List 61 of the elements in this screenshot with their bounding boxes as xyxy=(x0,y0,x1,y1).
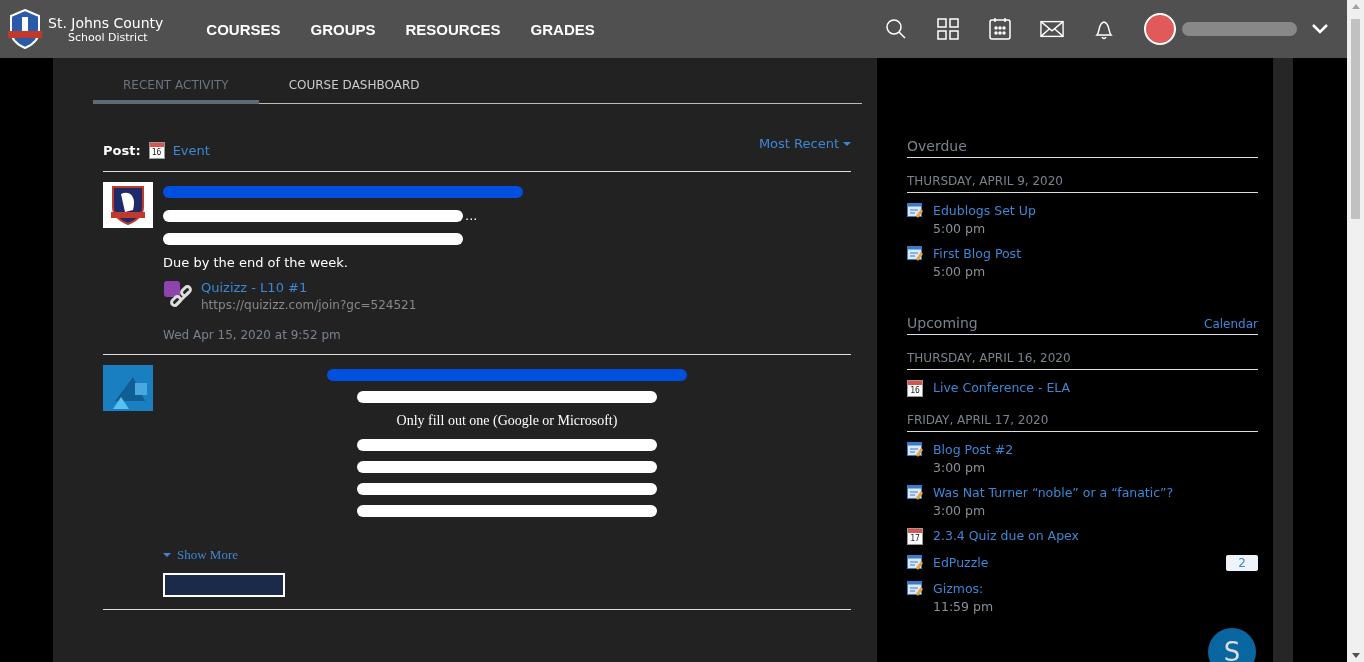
due-time: 11:59 pm xyxy=(933,599,995,614)
assignment-icon xyxy=(907,485,923,501)
assignment-link[interactable]: First Blog Post xyxy=(933,246,1258,261)
help-button[interactable]: S xyxy=(1208,628,1256,662)
date-heading: THURSDAY, APRIL 16, 2020 xyxy=(907,335,1258,370)
caret-icon xyxy=(843,141,851,146)
assignment-link[interactable]: 2.3.4 Quiz due on Apex xyxy=(933,528,1258,543)
assignment-icon xyxy=(907,246,923,262)
date-heading: THURSDAY, APRIL 9, 2020 xyxy=(907,158,1258,193)
assignment-icon xyxy=(907,203,923,219)
due-time: 5:00 pm xyxy=(933,264,987,279)
section-title: Overdue xyxy=(907,138,967,154)
nav-link[interactable]: GRADES xyxy=(530,20,595,38)
assignment-link[interactable]: Blog Post #2 xyxy=(933,442,1258,457)
calendar-icon[interactable] xyxy=(988,17,1012,41)
district-name: St. Johns County xyxy=(48,14,164,31)
due-time: 3:00 pm xyxy=(933,460,987,475)
due-time: 5:00 pm xyxy=(933,221,987,236)
post-text: ... xyxy=(465,208,478,223)
assignment-link[interactable]: Gizmos: xyxy=(933,581,1258,596)
assignment-link[interactable]: Edublogs Set Up xyxy=(933,203,1258,218)
user-avatar[interactable] xyxy=(1144,13,1176,45)
assignment-icon xyxy=(907,581,923,597)
calendar-icon: 17 xyxy=(907,528,923,545)
sort-dropdown[interactable]: Most Recent xyxy=(758,136,839,151)
tab[interactable]: COURSE DASHBOARD xyxy=(258,78,450,104)
link-icon xyxy=(163,280,193,310)
shapes-avatar-icon xyxy=(103,365,153,411)
nav-link[interactable]: RESOURCES xyxy=(405,20,501,38)
show-more-link[interactable]: Show More xyxy=(177,547,239,563)
assignment-link[interactable]: Was Nat Turner “noble” or a “fanatic”? xyxy=(933,485,1258,500)
search-icon[interactable] xyxy=(884,17,908,41)
assignment-icon xyxy=(907,442,923,458)
calendar-icon: 16 xyxy=(907,380,923,397)
caret-icon xyxy=(163,553,171,557)
section-title: Upcoming xyxy=(907,315,978,331)
district-subtitle: School District xyxy=(67,30,148,44)
calendar-link[interactable]: Calendar xyxy=(1204,317,1258,331)
attachment-url: https://quizizz.com/join?gc=524521 xyxy=(201,298,417,312)
post-text: Only fill out one (Google or Microsoft) xyxy=(396,413,618,429)
event-link[interactable]: Event xyxy=(172,143,210,158)
grid-icon[interactable] xyxy=(936,17,960,41)
post-text: Due by the end of the week. xyxy=(163,255,349,270)
post-label: Post: xyxy=(103,143,141,158)
count-badge: 2 xyxy=(1226,555,1258,571)
team-logo-icon xyxy=(103,182,153,228)
assignment-icon xyxy=(907,555,923,571)
school-crest-icon xyxy=(8,9,42,49)
scrollbar-thumb[interactable] xyxy=(1351,19,1360,219)
tab[interactable]: RECENT ACTIVITY xyxy=(93,78,259,104)
assignment-link[interactable]: EdPuzzle xyxy=(933,555,1217,570)
nav-link[interactable]: GROUPS xyxy=(310,20,376,38)
chevron-down-icon[interactable] xyxy=(1311,23,1329,35)
attachment-link[interactable]: Quizizz - L10 #1 xyxy=(201,280,417,295)
scroll-down-icon[interactable] xyxy=(1351,653,1360,658)
assignment-link[interactable]: Live Conference - ELA xyxy=(933,380,1258,395)
calendar-icon: 16 xyxy=(148,142,165,159)
due-time: 3:00 pm xyxy=(933,503,987,518)
post-timestamp: Wed Apr 15, 2020 at 9:52 pm xyxy=(163,328,342,342)
nav-link[interactable]: COURSES xyxy=(206,20,281,38)
date-heading: FRIDAY, APRIL 17, 2020 xyxy=(907,397,1258,432)
